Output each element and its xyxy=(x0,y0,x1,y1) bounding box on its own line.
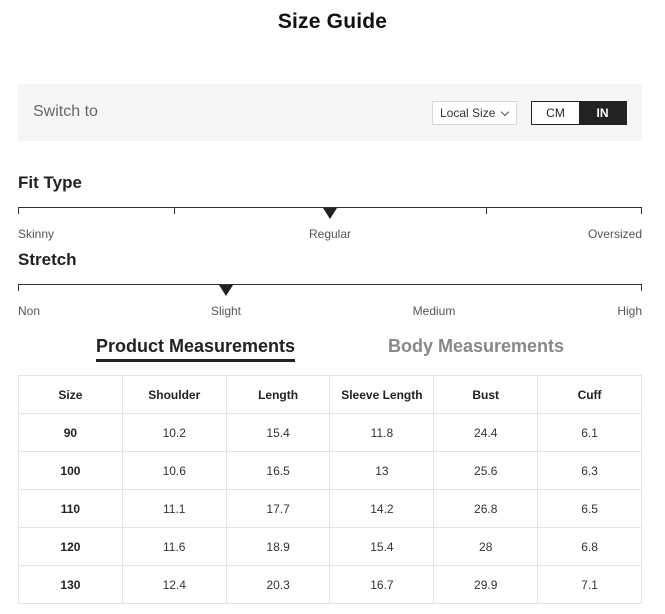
table-row: 90 10.2 15.4 11.8 24.4 6.1 xyxy=(18,413,642,452)
stretch-labels: Non Slight Medium High xyxy=(18,304,642,318)
table-cell: 26.8 xyxy=(433,489,539,528)
stretch-marker-icon xyxy=(219,285,233,296)
table-cell: 6.3 xyxy=(537,451,642,490)
table-row: 110 11.1 17.7 14.2 26.8 6.5 xyxy=(18,489,642,528)
table-cell: 10.6 xyxy=(121,451,227,490)
table-cell: 13 xyxy=(329,451,435,490)
fit-type-label-oversized: Oversized xyxy=(587,227,642,241)
table-cell: 6.5 xyxy=(537,489,642,528)
tab-body-measurements[interactable]: Body Measurements xyxy=(388,336,564,357)
table-cell: 12.4 xyxy=(121,565,227,604)
table-cell-size: 120 xyxy=(18,527,123,566)
table-cell: 16.7 xyxy=(329,565,435,604)
stretch-scale xyxy=(18,284,642,296)
table-cell: 11.1 xyxy=(121,489,227,528)
table-cell: 18.9 xyxy=(225,527,331,566)
table-cell: 20.3 xyxy=(225,565,331,604)
fit-type-labels: Skinny Regular Oversized xyxy=(18,227,642,241)
stretch-label-slight: Slight xyxy=(210,304,242,318)
table-header-row: Size Shoulder Length Sleeve Length Bust … xyxy=(18,375,642,414)
fit-type-label-regular: Regular xyxy=(308,227,352,241)
fit-type-tick xyxy=(18,207,19,214)
table-cell: 25.6 xyxy=(433,451,539,490)
column-header-sleeve-length: Sleeve Length xyxy=(329,375,435,414)
table-cell: 11.6 xyxy=(121,527,227,566)
measurement-tabs: Product Measurements Body Measurements xyxy=(0,336,665,362)
table-cell: 6.1 xyxy=(537,413,642,452)
stretch-tick xyxy=(18,284,19,291)
local-size-select-value: Local Size xyxy=(440,106,496,120)
table-row: 120 11.6 18.9 15.4 28 6.8 xyxy=(18,527,642,566)
stretch-label-high: High xyxy=(617,304,642,318)
table-cell: 29.9 xyxy=(433,565,539,604)
fit-type-label-skinny: Skinny xyxy=(18,227,55,241)
table-cell: 6.8 xyxy=(537,527,642,566)
fit-type-marker-icon xyxy=(323,208,337,219)
table-cell: 11.8 xyxy=(329,413,435,452)
unit-cm-button[interactable]: CM xyxy=(532,102,579,124)
switch-to-label: Switch to xyxy=(33,103,98,120)
table-cell-size: 90 xyxy=(18,413,123,452)
table-cell-size: 100 xyxy=(18,451,123,490)
stretch-label-non: Non xyxy=(18,304,41,318)
table-row: 100 10.6 16.5 13 25.6 6.3 xyxy=(18,451,642,490)
column-header-size: Size xyxy=(18,375,123,414)
stretch-title: Stretch xyxy=(18,250,77,269)
unit-in-button[interactable]: IN xyxy=(579,102,626,124)
fit-type-tick xyxy=(641,207,642,214)
table-cell: 7.1 xyxy=(537,565,642,604)
column-header-cuff: Cuff xyxy=(537,375,642,414)
stretch-scale-line xyxy=(18,284,642,285)
unit-toggle: CM IN xyxy=(531,101,627,125)
column-header-bust: Bust xyxy=(433,375,539,414)
table-cell: 17.7 xyxy=(225,489,331,528)
table-cell: 10.2 xyxy=(121,413,227,452)
stretch-tick xyxy=(641,284,642,291)
size-table: Size Shoulder Length Sleeve Length Bust … xyxy=(18,375,642,604)
table-cell: 15.4 xyxy=(329,527,435,566)
stretch-label-medium: Medium xyxy=(412,304,456,318)
column-header-shoulder: Shoulder xyxy=(121,375,227,414)
table-cell-size: 130 xyxy=(18,565,123,604)
table-cell: 24.4 xyxy=(433,413,539,452)
fit-type-scale xyxy=(18,207,642,219)
table-cell: 15.4 xyxy=(225,413,331,452)
chevron-down-icon xyxy=(500,107,510,117)
table-cell: 14.2 xyxy=(329,489,435,528)
column-header-length: Length xyxy=(225,375,331,414)
fit-type-tick xyxy=(486,207,487,214)
table-cell: 28 xyxy=(433,527,539,566)
tab-product-measurements[interactable]: Product Measurements xyxy=(96,336,296,362)
fit-type-title: Fit Type xyxy=(18,173,82,192)
table-row: 130 12.4 20.3 16.7 29.9 7.1 xyxy=(18,565,642,604)
unit-switch-bar: Switch to Local Size CM IN xyxy=(18,84,642,141)
table-cell: 16.5 xyxy=(225,451,331,490)
local-size-select[interactable]: Local Size xyxy=(432,101,517,125)
page-title: Size Guide xyxy=(277,10,388,33)
table-cell-size: 110 xyxy=(18,489,123,528)
fit-type-tick xyxy=(174,207,175,214)
